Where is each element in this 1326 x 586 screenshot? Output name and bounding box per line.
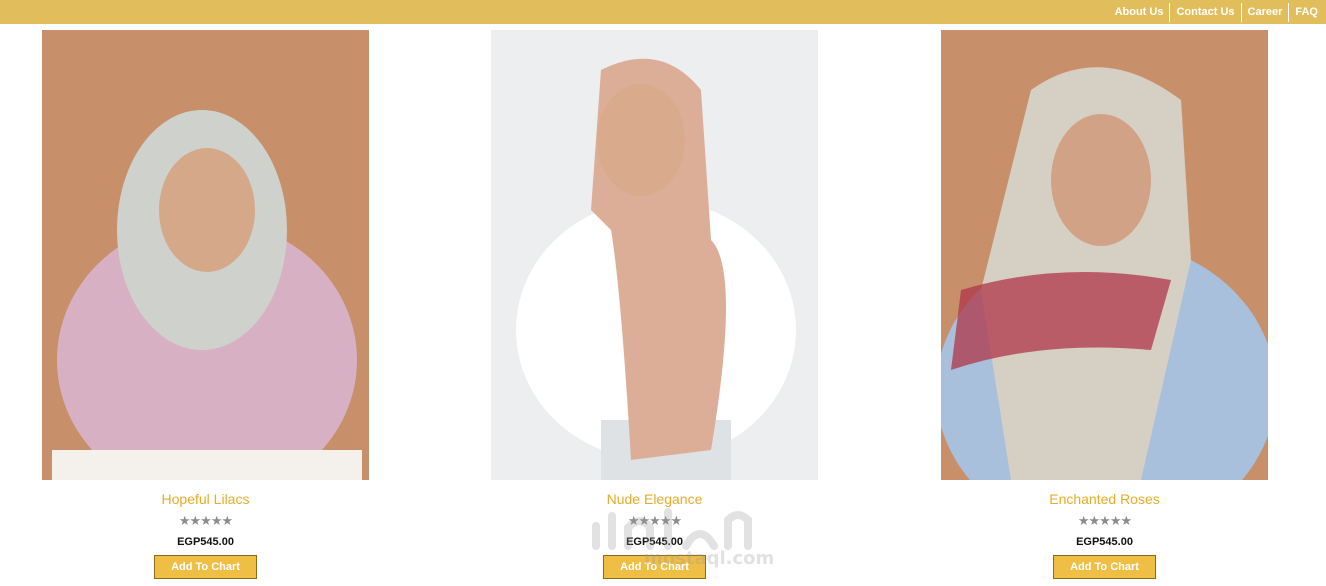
photo-face xyxy=(597,84,685,196)
product-photo[interactable] xyxy=(941,30,1268,480)
rating-stars: ★★★★★ xyxy=(1077,513,1132,528)
product-name[interactable]: Hopeful Lilacs xyxy=(42,491,369,507)
nav-link-career[interactable]: Career xyxy=(1242,2,1289,22)
product-image xyxy=(42,30,369,480)
product-photo[interactable] xyxy=(42,30,369,480)
photo-skirt xyxy=(52,450,362,480)
add-to-cart-button[interactable]: Add To Chart xyxy=(154,555,257,579)
photo-face xyxy=(159,148,255,272)
product-image xyxy=(941,30,1268,480)
rating-stars: ★★★★★ xyxy=(178,513,233,528)
photo-face xyxy=(1051,114,1151,246)
top-nav: About Us Contact Us Career FAQ xyxy=(1109,2,1324,22)
nav-link-contact-us[interactable]: Contact Us xyxy=(1170,2,1240,22)
product-price: EGP545.00 xyxy=(177,536,234,548)
nav-link-about-us[interactable]: About Us xyxy=(1109,2,1170,22)
product-image xyxy=(491,30,818,480)
rating-stars: ★★★★★ xyxy=(627,513,682,528)
product-name[interactable]: Nude Elegance xyxy=(491,491,818,507)
product-photo[interactable] xyxy=(491,30,818,480)
product-price: EGP545.00 xyxy=(1076,536,1133,548)
product-name[interactable]: Enchanted Roses xyxy=(941,491,1268,507)
add-to-cart-button[interactable]: Add To Chart xyxy=(1053,555,1156,579)
add-to-cart-button[interactable]: Add To Chart xyxy=(603,555,706,579)
product-price: EGP545.00 xyxy=(626,536,683,548)
nav-link-faq[interactable]: FAQ xyxy=(1289,2,1324,22)
top-bar: About Us Contact Us Career FAQ xyxy=(0,0,1326,24)
